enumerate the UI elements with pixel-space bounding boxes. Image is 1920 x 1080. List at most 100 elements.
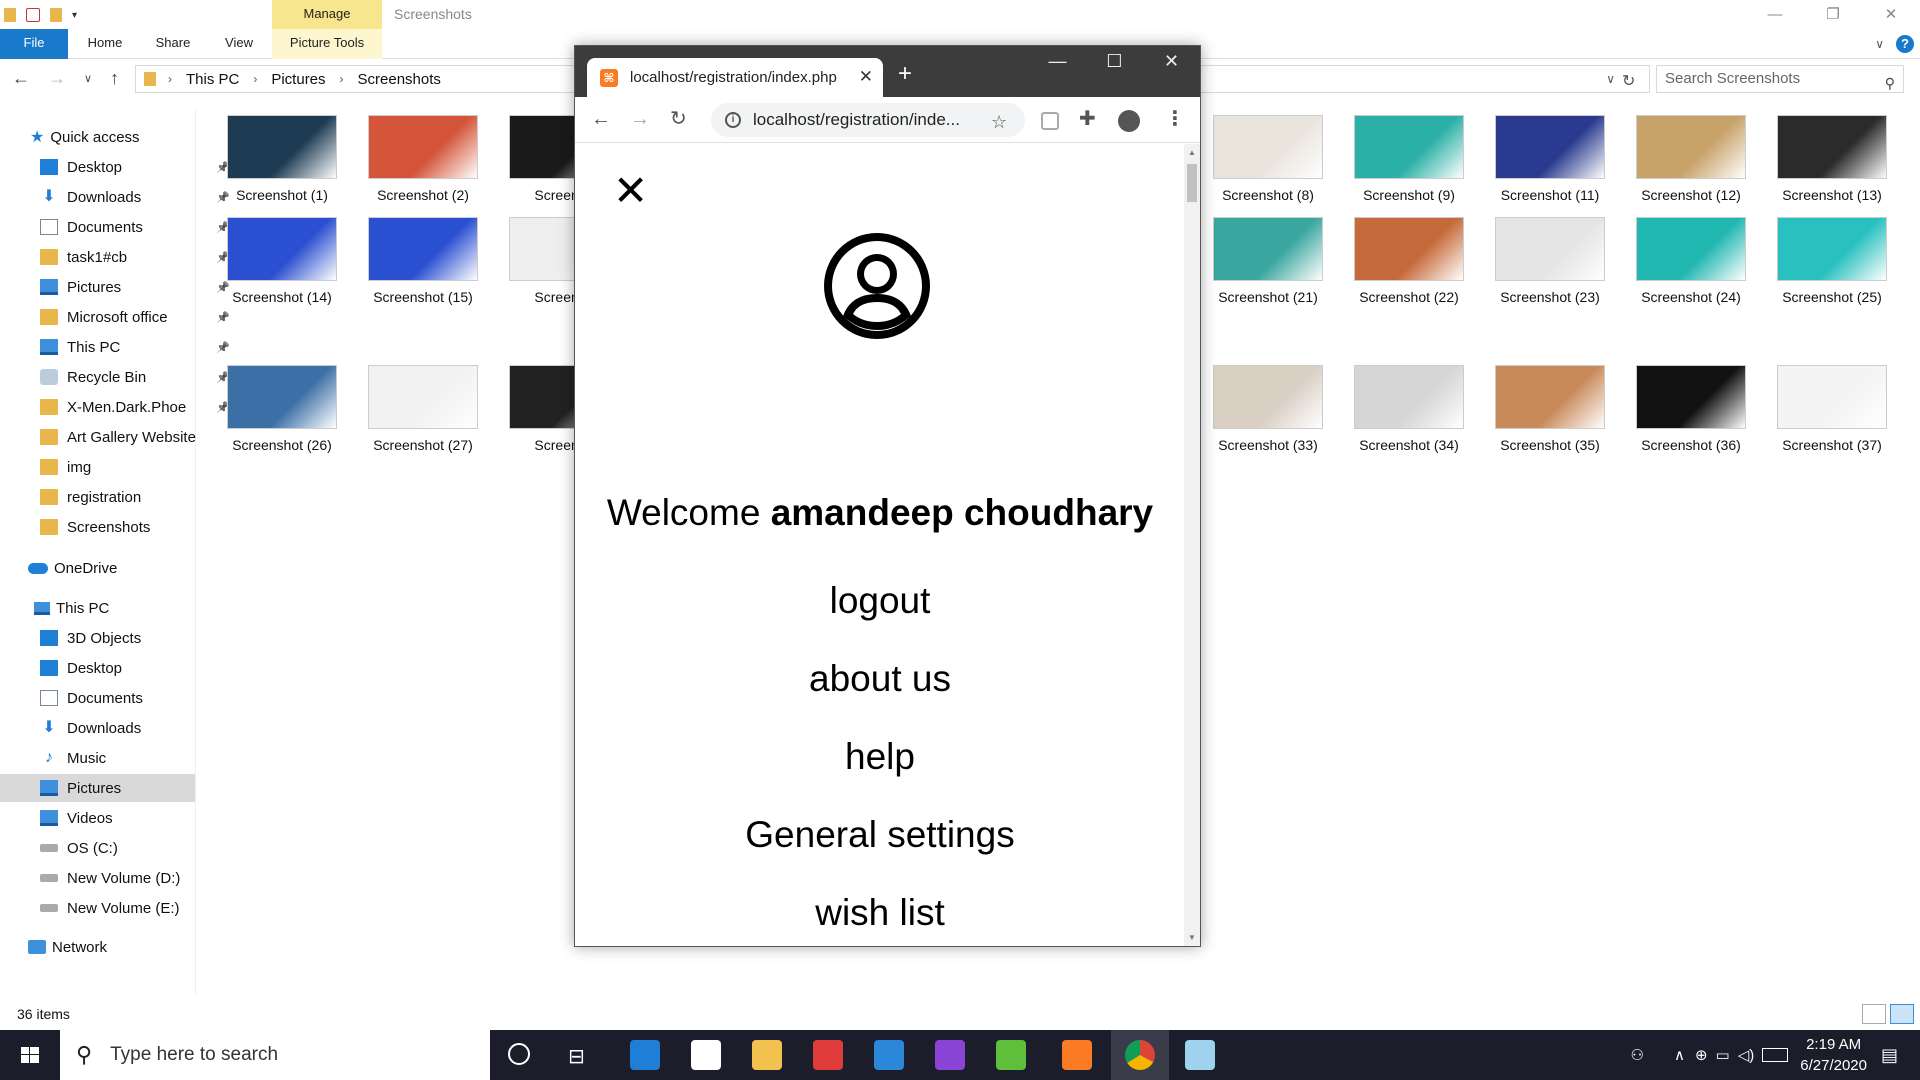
- tab-picture-tools[interactable]: Picture Tools: [272, 29, 382, 59]
- scroll-up-icon[interactable]: ▲: [1188, 148, 1196, 157]
- nav-item[interactable]: Recycle Bin 📌: [40, 363, 230, 391]
- wish-list-link[interactable]: wish list: [575, 892, 1185, 934]
- manage-contextual-tab[interactable]: Manage: [272, 0, 382, 29]
- network-status-icon[interactable]: ⊕: [1695, 1046, 1708, 1064]
- recent-locations-icon[interactable]: ∨: [84, 72, 92, 89]
- nav-item[interactable]: OS (C:): [40, 834, 118, 862]
- people-icon[interactable]: ⚇: [1631, 1046, 1644, 1064]
- expand-ribbon-icon[interactable]: ∨: [1875, 37, 1884, 51]
- nav-item[interactable]: ♪ Music: [40, 744, 106, 772]
- details-view-button[interactable]: [1862, 1004, 1886, 1024]
- chrome-icon[interactable]: [1125, 1040, 1155, 1070]
- visual-studio-icon[interactable]: [935, 1040, 965, 1070]
- large-icons-view-button[interactable]: [1890, 1004, 1914, 1024]
- reload-icon[interactable]: ↻: [670, 108, 687, 130]
- pin-icon[interactable]: 📌: [216, 341, 230, 354]
- store-icon[interactable]: [691, 1040, 721, 1070]
- help-link[interactable]: help: [575, 736, 1185, 778]
- nav-item[interactable]: Screenshots: [40, 513, 150, 541]
- forward-icon[interactable]: →: [48, 68, 66, 89]
- mail-icon[interactable]: [874, 1040, 904, 1070]
- nav-item[interactable]: New Volume (E:): [40, 894, 180, 922]
- breadcrumb-screenshots[interactable]: Screenshots: [358, 71, 441, 88]
- breadcrumb-pictures[interactable]: Pictures: [271, 71, 325, 88]
- extensions-puzzle-icon[interactable]: ✚: [1079, 108, 1096, 130]
- cortana-icon[interactable]: [508, 1043, 530, 1065]
- profile-avatar-icon[interactable]: [1118, 110, 1140, 132]
- refresh-icon[interactable]: ↻: [1622, 71, 1635, 91]
- tab-view[interactable]: View: [214, 29, 264, 59]
- browser-minimize-button[interactable]: —: [1029, 46, 1086, 76]
- file-explorer-icon[interactable]: [752, 1040, 782, 1070]
- customize-qat-icon[interactable]: ▾: [72, 10, 77, 21]
- nav-quick-access[interactable]: ★ Quick access: [30, 123, 140, 151]
- nav-onedrive[interactable]: OneDrive: [28, 554, 117, 582]
- edge-icon[interactable]: [630, 1040, 660, 1070]
- nav-item[interactable]: ⬇ Downloads: [40, 714, 141, 742]
- nav-item[interactable]: Art Gallery Website: [40, 423, 196, 451]
- action-center-icon[interactable]: ▤: [1881, 1045, 1898, 1066]
- nav-item[interactable]: Documents: [40, 684, 143, 712]
- new-folder-icon[interactable]: [50, 8, 62, 22]
- folder-icon[interactable]: [4, 8, 16, 22]
- close-button[interactable]: ✕: [1862, 0, 1920, 29]
- close-tab-icon[interactable]: ✕: [859, 67, 873, 87]
- new-tab-icon[interactable]: +: [898, 62, 912, 86]
- forward-icon[interactable]: →: [630, 108, 650, 130]
- help-icon[interactable]: ?: [1896, 35, 1914, 53]
- nav-item[interactable]: Microsoft office 📌: [40, 303, 230, 331]
- nav-item[interactable]: X-Men.Dark.Phoe 📌: [40, 393, 230, 421]
- keyboard-icon[interactable]: [1762, 1048, 1789, 1062]
- nav-item[interactable]: Desktop 📌: [40, 153, 230, 181]
- nav-item[interactable]: New Volume (D:): [40, 864, 180, 892]
- browser-tab[interactable]: ⌘ localhost/registration/index.php ✕: [587, 58, 883, 97]
- properties-icon[interactable]: [26, 8, 40, 22]
- paint-icon[interactable]: [1185, 1040, 1215, 1070]
- minimize-button[interactable]: —: [1746, 0, 1804, 29]
- nav-item[interactable]: Videos: [40, 804, 113, 832]
- close-menu-icon[interactable]: ✕: [613, 170, 648, 212]
- pin-icon[interactable]: 📌: [216, 311, 230, 324]
- nav-network[interactable]: Network: [28, 933, 107, 961]
- utorrent-icon[interactable]: [996, 1040, 1026, 1070]
- nav-item[interactable]: This PC 📌: [40, 333, 230, 361]
- nav-item[interactable]: Documents 📌: [40, 213, 230, 241]
- general-settings-link[interactable]: General settings: [575, 814, 1185, 856]
- scrollbar-thumb[interactable]: [1187, 164, 1197, 202]
- tab-file[interactable]: File: [0, 29, 68, 59]
- battery-icon[interactable]: ▭: [1716, 1046, 1730, 1064]
- nav-item[interactable]: ⬇ Downloads 📌: [40, 183, 229, 211]
- clock[interactable]: 2:19 AM 6/27/2020: [1800, 1034, 1867, 1076]
- taskbar-search-input[interactable]: ⚲ Type here to search: [60, 1030, 490, 1080]
- tab-share[interactable]: Share: [148, 29, 198, 59]
- restore-button[interactable]: ❐: [1804, 0, 1862, 29]
- browser-maximize-button[interactable]: ☐: [1086, 46, 1143, 76]
- breadcrumb-this-pc[interactable]: This PC: [186, 71, 239, 88]
- logout-link[interactable]: logout: [575, 580, 1185, 622]
- task-view-icon[interactable]: ⊟: [568, 1044, 585, 1069]
- tab-home[interactable]: Home: [80, 29, 130, 59]
- nav-item[interactable]: Pictures 📌: [40, 273, 230, 301]
- bookmark-star-icon[interactable]: ☆: [991, 112, 1007, 133]
- page-scrollbar[interactable]: ▲ ▼: [1184, 144, 1200, 946]
- nav-item[interactable]: Desktop: [40, 654, 122, 682]
- nav-item[interactable]: img: [40, 453, 91, 481]
- info-icon[interactable]: i: [725, 112, 741, 128]
- gift-icon[interactable]: [813, 1040, 843, 1070]
- start-button[interactable]: [0, 1030, 60, 1080]
- xampp-icon[interactable]: [1062, 1040, 1092, 1070]
- show-hidden-icons-icon[interactable]: ∧: [1674, 1046, 1685, 1064]
- back-icon[interactable]: ←: [591, 108, 611, 130]
- up-icon[interactable]: ↑: [110, 68, 119, 89]
- volume-icon[interactable]: ◁): [1738, 1046, 1755, 1064]
- about-us-link[interactable]: about us: [575, 658, 1185, 700]
- search-input[interactable]: Search Screenshots ⚲: [1656, 65, 1904, 93]
- back-icon[interactable]: ←: [12, 68, 30, 89]
- nav-item[interactable]: 3D Objects: [40, 624, 141, 652]
- scroll-down-icon[interactable]: ▼: [1188, 933, 1196, 942]
- nav-item[interactable]: registration: [40, 483, 141, 511]
- pocket-extension-icon[interactable]: [1041, 112, 1059, 130]
- nav-item[interactable]: task1#cb 📌: [40, 243, 230, 271]
- nav-this-pc[interactable]: This PC: [34, 594, 109, 622]
- omnibox[interactable]: i localhost/registration/inde...: [711, 103, 1025, 137]
